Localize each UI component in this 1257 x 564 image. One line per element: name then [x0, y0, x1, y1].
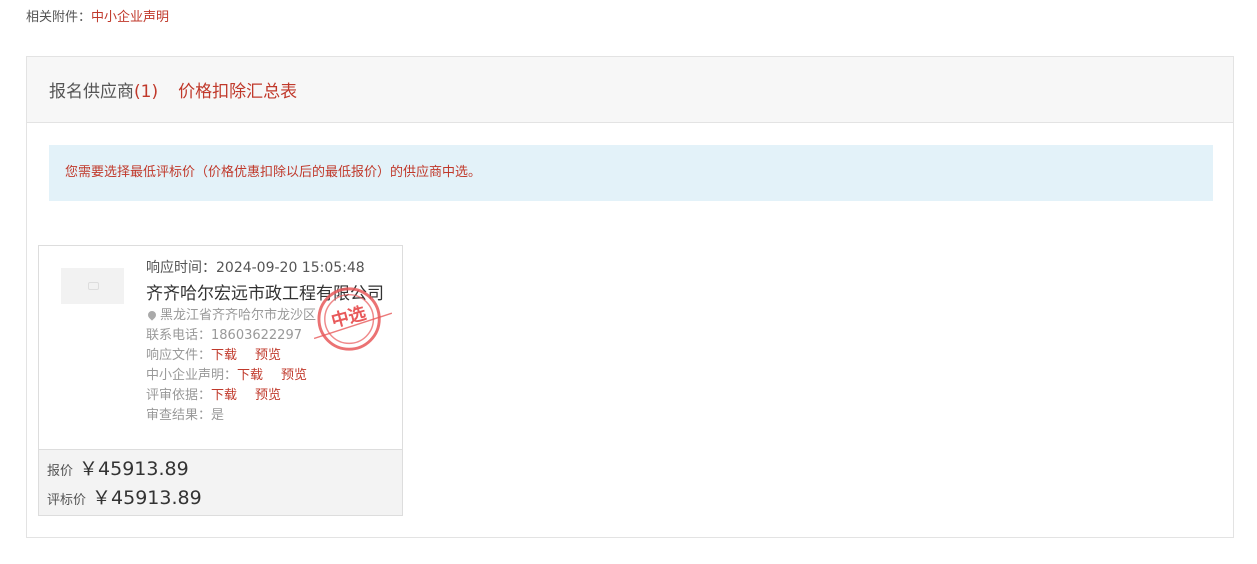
quote-value: ￥45913.89: [79, 458, 189, 480]
phone-value: 18603622297: [211, 328, 302, 343]
supplier-count: (1): [134, 82, 159, 102]
tab-registered-suppliers[interactable]: 报名供应商(1): [49, 77, 158, 102]
phone-label: 联系电话：: [146, 328, 212, 343]
supplier-panel: 报名供应商(1) 价格扣除汇总表 您需要选择最低评标价（价格优惠扣除以后的最低报…: [26, 56, 1234, 538]
eval-price-row: 评标价 ￥45913.89: [47, 485, 394, 514]
response-file-label: 响应文件：: [146, 348, 212, 363]
review-basis-download-link[interactable]: 下载: [211, 388, 237, 403]
tab-suppliers-label: 报名供应商: [49, 82, 134, 102]
response-time-value: 2024-09-20 15:05:48: [216, 260, 365, 276]
tab-price-deduction-summary[interactable]: 价格扣除汇总表: [178, 77, 297, 102]
supplier-info: 响应时间：2024-09-20 15:05:48 齐齐哈尔宏远市政工程有限公司 …: [146, 258, 384, 426]
selection-notice: 您需要选择最低评标价（价格优惠扣除以后的最低报价）的供应商中选。: [49, 145, 1213, 201]
company-logo: [61, 268, 124, 304]
review-result-label: 审查结果：: [146, 408, 212, 423]
response-time-label: 响应时间：: [146, 260, 216, 276]
response-time: 响应时间：2024-09-20 15:05:48: [146, 258, 384, 278]
sme-declaration-link[interactable]: 中小企业声明: [91, 10, 169, 25]
sme-declaration-preview-link[interactable]: 预览: [281, 368, 307, 383]
sme-declaration-label: 中小企业声明：: [146, 368, 238, 383]
response-file-download-link[interactable]: 下载: [211, 348, 237, 363]
company-address: 黑龙江省齐齐哈尔市龙沙区: [146, 306, 384, 326]
phone-row: 联系电话：18603622297: [146, 326, 384, 346]
review-basis-preview-link[interactable]: 预览: [255, 388, 281, 403]
address-text: 黑龙江省齐齐哈尔市龙沙区: [160, 308, 317, 323]
sme-declaration-row: 中小企业声明：下载 预览: [146, 366, 384, 386]
review-basis-row: 评审依据：下载 预览: [146, 386, 384, 406]
image-placeholder-icon: [88, 282, 99, 290]
quote-label: 报价: [47, 464, 74, 479]
attachment-label: 相关附件：: [26, 10, 92, 25]
supplier-card: 响应时间：2024-09-20 15:05:48 齐齐哈尔宏远市政工程有限公司 …: [38, 245, 403, 516]
eval-price-value: ￥45913.89: [92, 487, 202, 509]
eval-price-label: 评标价: [47, 493, 87, 508]
panel-tabs: 报名供应商(1) 价格扣除汇总表: [27, 57, 1233, 123]
review-result-row: 审查结果：是: [146, 406, 384, 426]
company-name: 齐齐哈尔宏远市政工程有限公司: [146, 284, 384, 304]
response-file-row: 响应文件：下载 预览: [146, 346, 384, 366]
attachment-row: 相关附件：中小企业声明: [26, 6, 169, 25]
review-basis-label: 评审依据：: [146, 388, 212, 403]
quote-row: 报价 ￥45913.89: [47, 456, 394, 485]
response-file-preview-link[interactable]: 预览: [255, 348, 281, 363]
review-result-value: 是: [211, 408, 225, 423]
sme-declaration-download-link[interactable]: 下载: [237, 368, 263, 383]
price-section: 报价 ￥45913.89 评标价 ￥45913.89: [39, 449, 402, 515]
location-pin-icon: [146, 309, 158, 321]
